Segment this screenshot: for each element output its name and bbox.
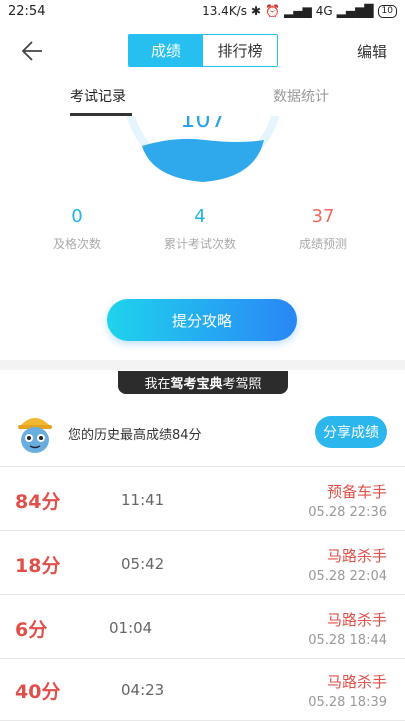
tab-data-stats[interactable]: 数据统计	[273, 86, 329, 106]
stat-value: 37	[311, 206, 335, 227]
record-duration: 04:23	[121, 681, 165, 699]
bluetooth-icon: ✱	[250, 4, 262, 18]
stat-total-exams: 4 累计考试次数	[140, 206, 260, 252]
arrow-left-icon[interactable]	[18, 38, 44, 64]
tab-exam-records[interactable]: 考试记录	[70, 86, 126, 106]
best-score-text: 您的历史最高成绩84分	[68, 428, 202, 443]
record-datetime: 05.28 18:44	[308, 633, 387, 648]
stat-pass-count: 0 及格次数	[17, 206, 137, 252]
record-datetime: 05.28 22:36	[308, 505, 387, 520]
gauge-value: 107	[180, 116, 226, 133]
exam-record[interactable]: 40分 04:23 马路杀手 05.28 18:39	[0, 657, 405, 721]
status-bar: 22:54 13.4K/s ✱ ⏰ ▂▄▆ 4G ▂▄▆█ 10	[0, 0, 405, 24]
record-title: 马路杀手	[326, 611, 387, 629]
ribbon-suffix: 考驾照	[222, 377, 262, 392]
exam-record[interactable]: 84分 11:41 预备车手 05.28 22:36	[0, 467, 405, 531]
alarm-icon: ⏰	[265, 4, 280, 18]
record-title: 马路杀手	[326, 673, 387, 691]
status-time: 22:54	[8, 4, 46, 19]
battery-icon: 10	[377, 4, 397, 18]
network-speed: 13.4K/s	[202, 4, 247, 18]
record-title: 预备车手	[326, 483, 387, 501]
tab-leaderboard[interactable]: 排行榜	[203, 35, 277, 66]
subtabs: 考试记录 数据统计	[0, 76, 405, 116]
tab-score[interactable]: 成绩	[129, 35, 203, 66]
record-duration: 01:04	[109, 619, 153, 637]
status-icons: 13.4K/s ✱ ⏰ ▂▄▆ 4G ▂▄▆█ 10	[202, 4, 397, 18]
stat-value: 0	[71, 206, 83, 227]
edit-button[interactable]: 编辑	[357, 41, 387, 62]
stats-row: 0 及格次数 4 累计考试次数 37 成绩预测	[0, 206, 405, 266]
record-score: 18分	[15, 555, 61, 577]
mascot-avatar	[18, 418, 52, 453]
stat-label: 累计考试次数	[163, 237, 236, 251]
exam-record[interactable]: 6分 01:04 马路杀手 05.28 18:44	[0, 595, 405, 659]
record-score: 6分	[15, 619, 48, 641]
network-type: 4G	[315, 4, 333, 18]
record-score: 84分	[15, 491, 61, 513]
brand-ribbon: 我在 驾考宝典 考驾照	[118, 371, 288, 394]
stat-prediction: 37 成绩预测	[263, 206, 383, 252]
record-duration: 11:41	[121, 491, 165, 509]
segmented-tabs: 成绩 排行榜	[128, 34, 278, 67]
score-gauge: 107	[0, 116, 405, 196]
section-divider	[0, 360, 405, 370]
gauge-water	[142, 138, 264, 182]
stat-label: 及格次数	[52, 237, 101, 251]
header: 成绩 排行榜 编辑	[0, 24, 405, 76]
stat-label: 成绩预测	[298, 237, 347, 251]
tips-button[interactable]: 提分攻略	[107, 299, 297, 341]
ribbon-brand: 驾考宝典	[170, 377, 223, 392]
stat-value: 4	[194, 206, 206, 227]
share-score-button[interactable]: 分享成绩	[315, 416, 387, 448]
exam-record[interactable]: 18分 05:42 马路杀手 05.28 22:04	[0, 531, 405, 595]
signal-icon: ▂▄▆	[284, 4, 312, 18]
signal-icon-2: ▂▄▆█	[336, 4, 374, 18]
record-score: 40分	[15, 681, 61, 703]
record-datetime: 05.28 22:04	[308, 569, 387, 584]
record-datetime: 05.28 18:39	[308, 695, 387, 710]
record-title: 马路杀手	[326, 547, 387, 565]
record-duration: 05:42	[121, 555, 165, 573]
best-score-row: 您的历史最高成绩84分 分享成绩	[0, 400, 405, 467]
ribbon-prefix: 我在	[144, 377, 171, 392]
